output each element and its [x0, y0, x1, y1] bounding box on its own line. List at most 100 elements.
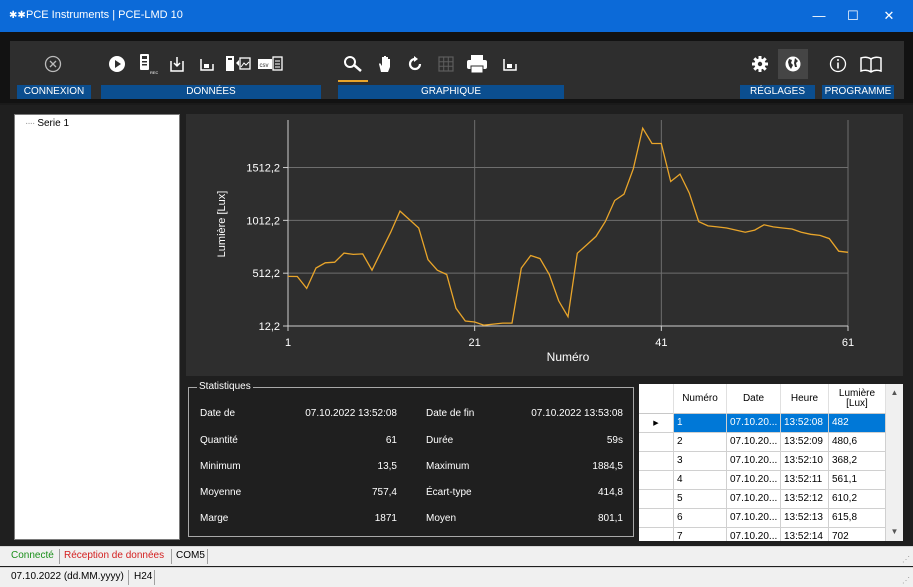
cell-heure[interactable]: 13:52:10: [781, 452, 829, 471]
row-header[interactable]: [639, 471, 674, 490]
line-chart[interactable]: 1 21 41 61 12,2 512,2 1012,2 1512,2 Numéro Lumièr…: [186, 114, 903, 376]
series-tree: ···· Serie 1: [14, 114, 180, 540]
table-header: Numéro Date Heure Lumière [Lux]: [639, 384, 886, 414]
row-header[interactable]: [639, 490, 674, 509]
cell-lumiere[interactable]: 610,2: [829, 490, 886, 509]
svg-text:csv: csv: [260, 63, 269, 69]
toolbar: REC csv CONNEXION DONNÉES GRAPHIQUE RÉGL…: [0, 32, 913, 105]
tree-item-series[interactable]: ···· Serie 1: [25, 118, 69, 129]
cell-numero[interactable]: 6: [674, 509, 727, 528]
stat-value: 414,8: [597, 487, 623, 498]
cell-numero[interactable]: 4: [674, 471, 727, 490]
cell-numero[interactable]: 2: [674, 433, 727, 452]
zoom-button[interactable]: [338, 51, 368, 82]
cell-numero[interactable]: 3: [674, 452, 727, 471]
row-header[interactable]: [639, 528, 674, 541]
row-header[interactable]: [639, 509, 674, 528]
cell-date[interactable]: 07.10.20...: [727, 528, 781, 541]
table-row[interactable]: ▶ 1 07.10.20... 13:52:08 482: [639, 414, 886, 433]
import-icon: [170, 57, 184, 72]
import-button[interactable]: [164, 51, 190, 77]
column-header-lumiere[interactable]: Lumière [Lux]: [829, 384, 886, 414]
y-tick-label: 512,2: [252, 268, 280, 280]
cell-heure[interactable]: 13:52:09: [781, 433, 829, 452]
cell-date[interactable]: 07.10.20...: [727, 433, 781, 452]
cell-lumiere[interactable]: 368,2: [829, 452, 886, 471]
cell-date[interactable]: 07.10.20...: [727, 452, 781, 471]
table-row[interactable]: 2 07.10.20... 13:52:09 480,6: [639, 433, 886, 452]
group-label-graphique: GRAPHIQUE: [338, 85, 564, 99]
stat-label: Marge: [200, 513, 229, 524]
print-button[interactable]: [464, 51, 490, 77]
info-button[interactable]: [825, 51, 851, 77]
table-row[interactable]: 3 07.10.20... 13:52:10 368,2: [639, 452, 886, 471]
cell-lumiere[interactable]: 702: [829, 528, 886, 541]
cell-heure[interactable]: 13:52:12: [781, 490, 829, 509]
row-header[interactable]: [639, 433, 674, 452]
cell-numero[interactable]: 1: [674, 414, 727, 433]
play-icon: [109, 56, 125, 72]
chart-panel[interactable]: 1 21 41 61 12,2 512,2 1012,2 1512,2 Numéro Lumièr…: [186, 114, 903, 376]
export-data-button[interactable]: [194, 51, 220, 77]
row-header[interactable]: ▶: [639, 414, 674, 433]
book-icon: [860, 56, 882, 73]
reset-zoom-button[interactable]: [402, 51, 428, 77]
cell-heure[interactable]: 13:52:14: [781, 528, 829, 541]
start-recording-button[interactable]: [104, 51, 130, 77]
cell-lumiere[interactable]: 482: [829, 414, 886, 433]
column-header-date[interactable]: Date: [727, 384, 781, 414]
format-bar: 07.10.2022 (dd.MM.yyyy) H24 ⋰: [0, 567, 913, 587]
language-button[interactable]: [778, 49, 808, 79]
status-separator: [59, 549, 60, 564]
stat-label: Date de fin: [426, 408, 475, 419]
settings-button[interactable]: [747, 51, 773, 77]
stat-value: 1884,5: [592, 461, 623, 472]
device-record-button[interactable]: REC: [134, 51, 160, 77]
cell-date[interactable]: 07.10.20...: [727, 414, 781, 433]
table-row[interactable]: 5 07.10.20... 13:52:12 610,2: [639, 490, 886, 509]
status-separator: [171, 549, 172, 564]
pan-button[interactable]: [372, 51, 398, 77]
zoom-icon: [344, 56, 362, 72]
table-row[interactable]: 6 07.10.20... 13:52:13 615,8: [639, 509, 886, 528]
cell-numero[interactable]: 7: [674, 528, 727, 541]
scroll-down-arrow-icon[interactable]: ▼: [886, 525, 903, 539]
status-separator: [128, 570, 129, 585]
stat-label: Moyen: [426, 513, 457, 524]
cell-numero[interactable]: 5: [674, 490, 727, 509]
stat-value: 07.10.2022 13:52:08: [305, 408, 397, 419]
cell-lumiere[interactable]: 615,8: [829, 509, 886, 528]
cell-lumiere[interactable]: 480,6: [829, 433, 886, 452]
column-header-heure[interactable]: Heure: [781, 384, 829, 414]
scroll-up-arrow-icon[interactable]: ▲: [886, 386, 903, 400]
stat-label: Durée: [426, 435, 454, 446]
cell-heure[interactable]: 13:52:11: [781, 471, 829, 490]
data-table[interactable]: Numéro Date Heure Lumière [Lux] ▶ 1 07.10.…: [639, 384, 903, 541]
maximize-button[interactable]: ☐: [836, 0, 870, 32]
cell-heure[interactable]: 13:52:13: [781, 509, 829, 528]
x-tick-label: 21: [469, 337, 481, 349]
export-chart-button[interactable]: [497, 51, 523, 77]
export-image-button[interactable]: [224, 51, 252, 77]
cell-date[interactable]: 07.10.20...: [727, 490, 781, 509]
stat-value: 757,4: [371, 487, 397, 498]
disconnect-icon: [44, 55, 62, 73]
statistics-group: Statistiques Date de 07.10.2022 13:52:08 D…: [188, 381, 634, 537]
cell-date[interactable]: 07.10.20...: [727, 509, 781, 528]
export-csv-button[interactable]: csv: [256, 51, 284, 77]
disconnect-button[interactable]: [40, 51, 66, 77]
status-bar: Connecté Réception de données COM5 ⋰: [0, 546, 913, 566]
table-scrollbar[interactable]: ▲ ▼: [886, 384, 903, 541]
row-header[interactable]: [639, 452, 674, 471]
table-row[interactable]: 7 07.10.20... 13:52:14 702: [639, 528, 886, 541]
grid-toggle-button[interactable]: [433, 51, 459, 77]
close-button[interactable]: ✕: [872, 0, 906, 32]
table-row[interactable]: 4 07.10.20... 13:52:11 561,1: [639, 471, 886, 490]
cell-date[interactable]: 07.10.20...: [727, 471, 781, 490]
group-label-programme: PROGRAMME: [822, 85, 894, 99]
manual-button[interactable]: [858, 51, 884, 77]
minimize-button[interactable]: —: [802, 0, 836, 32]
cell-heure[interactable]: 13:52:08: [781, 414, 829, 433]
column-header-numero[interactable]: Numéro: [674, 384, 727, 414]
cell-lumiere[interactable]: 561,1: [829, 471, 886, 490]
